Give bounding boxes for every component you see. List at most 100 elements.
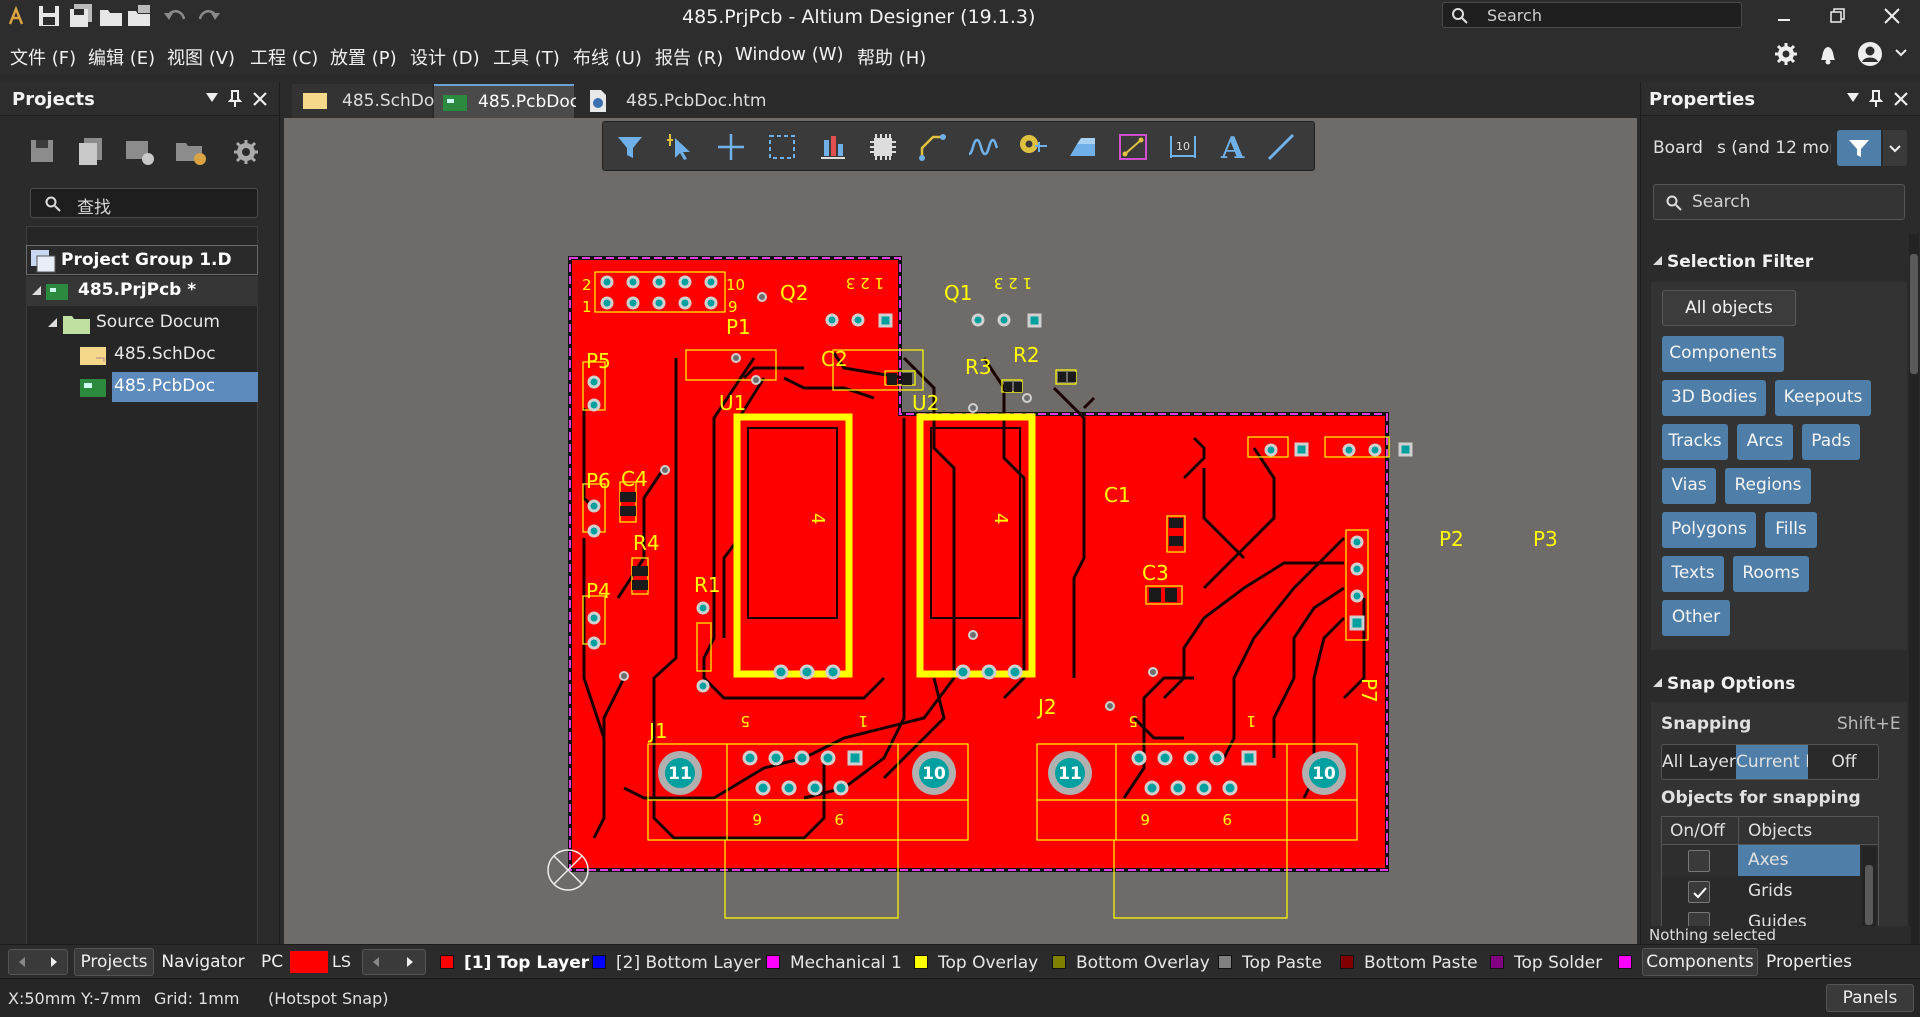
panel-close-icon[interactable] [252,91,268,107]
layer-tab-bottom-paste[interactable]: Bottom Paste [1340,953,1478,973]
bell-icon[interactable] [1816,42,1840,66]
menu-help[interactable]: 帮助 (H) [857,44,926,70]
chip-keepouts[interactable]: Keepouts [1775,380,1871,416]
projects-search[interactable]: 查找 [30,188,258,218]
axes-checkbox[interactable] [1688,850,1710,872]
open-folder-icon[interactable] [98,3,126,29]
chip-rooms[interactable]: Rooms [1733,556,1809,592]
tree-item-project[interactable]: 485.PrjPcb * [26,276,258,306]
chevron-left-icon[interactable] [17,956,27,968]
menu-file[interactable]: 文件 (F) [10,44,76,70]
expand-triangle-icon[interactable] [48,318,58,328]
properties-scrollbar[interactable] [1909,234,1919,994]
menu-edit[interactable]: 编辑 (E) [88,44,155,70]
pin-icon[interactable] [228,90,242,108]
table-row[interactable]: Grids [1662,876,1860,907]
project-options-icon[interactable] [124,137,158,167]
chip-polygons[interactable]: Polygons [1662,512,1756,548]
global-search[interactable]: Search [1442,2,1742,28]
chip-3d-bodies[interactable]: 3D Bodies [1662,380,1766,416]
panel-menu-icon[interactable] [205,92,219,104]
add-project-icon[interactable] [174,137,210,167]
close-icon[interactable] [1882,6,1902,26]
snap-mode-current-layer[interactable]: Current L [1736,745,1808,779]
chevron-right-icon[interactable] [405,956,415,968]
chevron-down-icon[interactable] [1894,48,1908,58]
bottom-tab-properties[interactable]: Properties [1760,948,1858,976]
chip-texts[interactable]: Texts [1662,556,1724,592]
menu-design[interactable]: 设计 (D) [410,44,480,70]
menu-route[interactable]: 布线 (U) [573,44,642,70]
save-project-icon[interactable] [28,137,58,167]
properties-search[interactable]: Search [1653,184,1905,220]
chevron-right-icon[interactable] [49,956,59,968]
properties-search-input[interactable]: Search [1692,192,1750,212]
user-avatar-icon[interactable] [1856,40,1886,68]
scrollbar-thumb[interactable] [1910,254,1918,374]
layer-tab-top-overlay[interactable]: Top Overlay [914,953,1038,973]
restore-icon[interactable] [1828,6,1848,26]
layer-set-ls[interactable]: LS [332,952,351,971]
chip-all-objects[interactable]: All objects [1662,290,1796,326]
layer-tab-more[interactable] [1618,953,1642,973]
chip-other[interactable]: Other [1662,600,1730,636]
projects-search-input[interactable]: 查找 [77,193,111,218]
menu-window[interactable]: Window (W) [735,44,844,65]
panel-menu-icon[interactable] [1846,92,1860,104]
layer-tab-top-paste[interactable]: Top Paste [1218,953,1322,973]
layer-tab-mechanical-1[interactable]: Mechanical 1 [766,953,902,973]
tree-item-project-group[interactable]: Project Group 1.D [26,245,258,275]
layer-tab-top-layer[interactable]: [1] Top Layer [440,953,589,973]
current-layer-color[interactable] [290,951,328,973]
chevron-left-icon[interactable] [371,956,381,968]
object-filter-dropdown[interactable] [1883,130,1907,166]
bottom-tab-components[interactable]: Components [1642,948,1758,976]
project-docs-icon[interactable] [76,136,106,168]
snap-mode-off[interactable]: Off [1808,745,1880,779]
chip-components[interactable]: Components [1662,336,1784,372]
collapse-triangle-icon[interactable] [1653,256,1663,266]
bottom-tab-pc[interactable]: PC [252,948,292,976]
bottom-tab-projects[interactable]: Projects [74,948,154,976]
menu-tools[interactable]: 工具 (T) [493,44,560,70]
layer-tab-bottom-layer[interactable]: [2] Bottom Layer [592,953,761,973]
table-row[interactable]: Axes [1662,845,1860,876]
chip-arcs[interactable]: Arcs [1737,424,1793,460]
pin-icon[interactable] [1869,90,1883,108]
collapse-triangle-icon[interactable] [1653,678,1663,688]
menu-place[interactable]: 放置 (P) [330,44,397,70]
panels-button[interactable]: Panels [1826,984,1914,1012]
chip-vias[interactable]: Vias [1662,468,1716,504]
bottom-tab-navigator[interactable]: Navigator [156,948,250,976]
open-project-icon[interactable] [126,3,154,29]
chip-regions[interactable]: Regions [1725,468,1811,504]
global-search-input[interactable]: Search [1487,6,1542,25]
undo-icon[interactable] [162,3,190,29]
save-icon[interactable] [36,3,64,29]
selection-filter-title[interactable]: Selection Filter [1667,252,1813,272]
panel-settings-icon[interactable] [232,138,260,166]
tree-item-source-documents[interactable]: Source Docum [26,308,258,338]
chip-tracks[interactable]: Tracks [1662,424,1728,460]
tab-pcbdoc[interactable]: 485.PcbDoc [434,84,579,118]
grids-checkbox[interactable] [1688,881,1710,903]
chip-pads[interactable]: Pads [1802,424,1860,460]
snap-options-title[interactable]: Snap Options [1667,674,1795,694]
chip-fills[interactable]: Fills [1765,512,1817,548]
object-filter-button[interactable] [1837,130,1881,166]
save-all-icon[interactable] [68,3,96,29]
gear-icon[interactable] [1774,42,1798,66]
pcb-canvas[interactable]: 10 A P1 P2 P3 P5 P6 P4 Q2 Q1 U1 U2 C2 R3… [284,118,1637,944]
layer-tab-bottom-overlay[interactable]: Bottom Overlay [1052,953,1210,973]
minimize-icon[interactable] [1774,8,1794,28]
snap-mode-all-layers[interactable]: All Layers [1662,745,1736,779]
menu-view[interactable]: 视图 (V) [167,44,235,70]
layer-tab-top-solder[interactable]: Top Solder [1490,953,1602,973]
board-filter-summary[interactable]: s (and 12 more) [1717,138,1831,158]
panel-close-icon[interactable] [1893,91,1909,107]
menu-project[interactable]: 工程 (C) [250,44,318,70]
tree-item-pcbdoc[interactable]: 485.PcbDoc [26,372,258,402]
redo-icon[interactable] [196,3,224,29]
pcb-board[interactable]: P1 P2 P3 P5 P6 P4 Q2 Q1 U1 U2 C2 R3 R2 C… [284,118,1637,944]
expand-triangle-icon[interactable] [32,286,42,296]
